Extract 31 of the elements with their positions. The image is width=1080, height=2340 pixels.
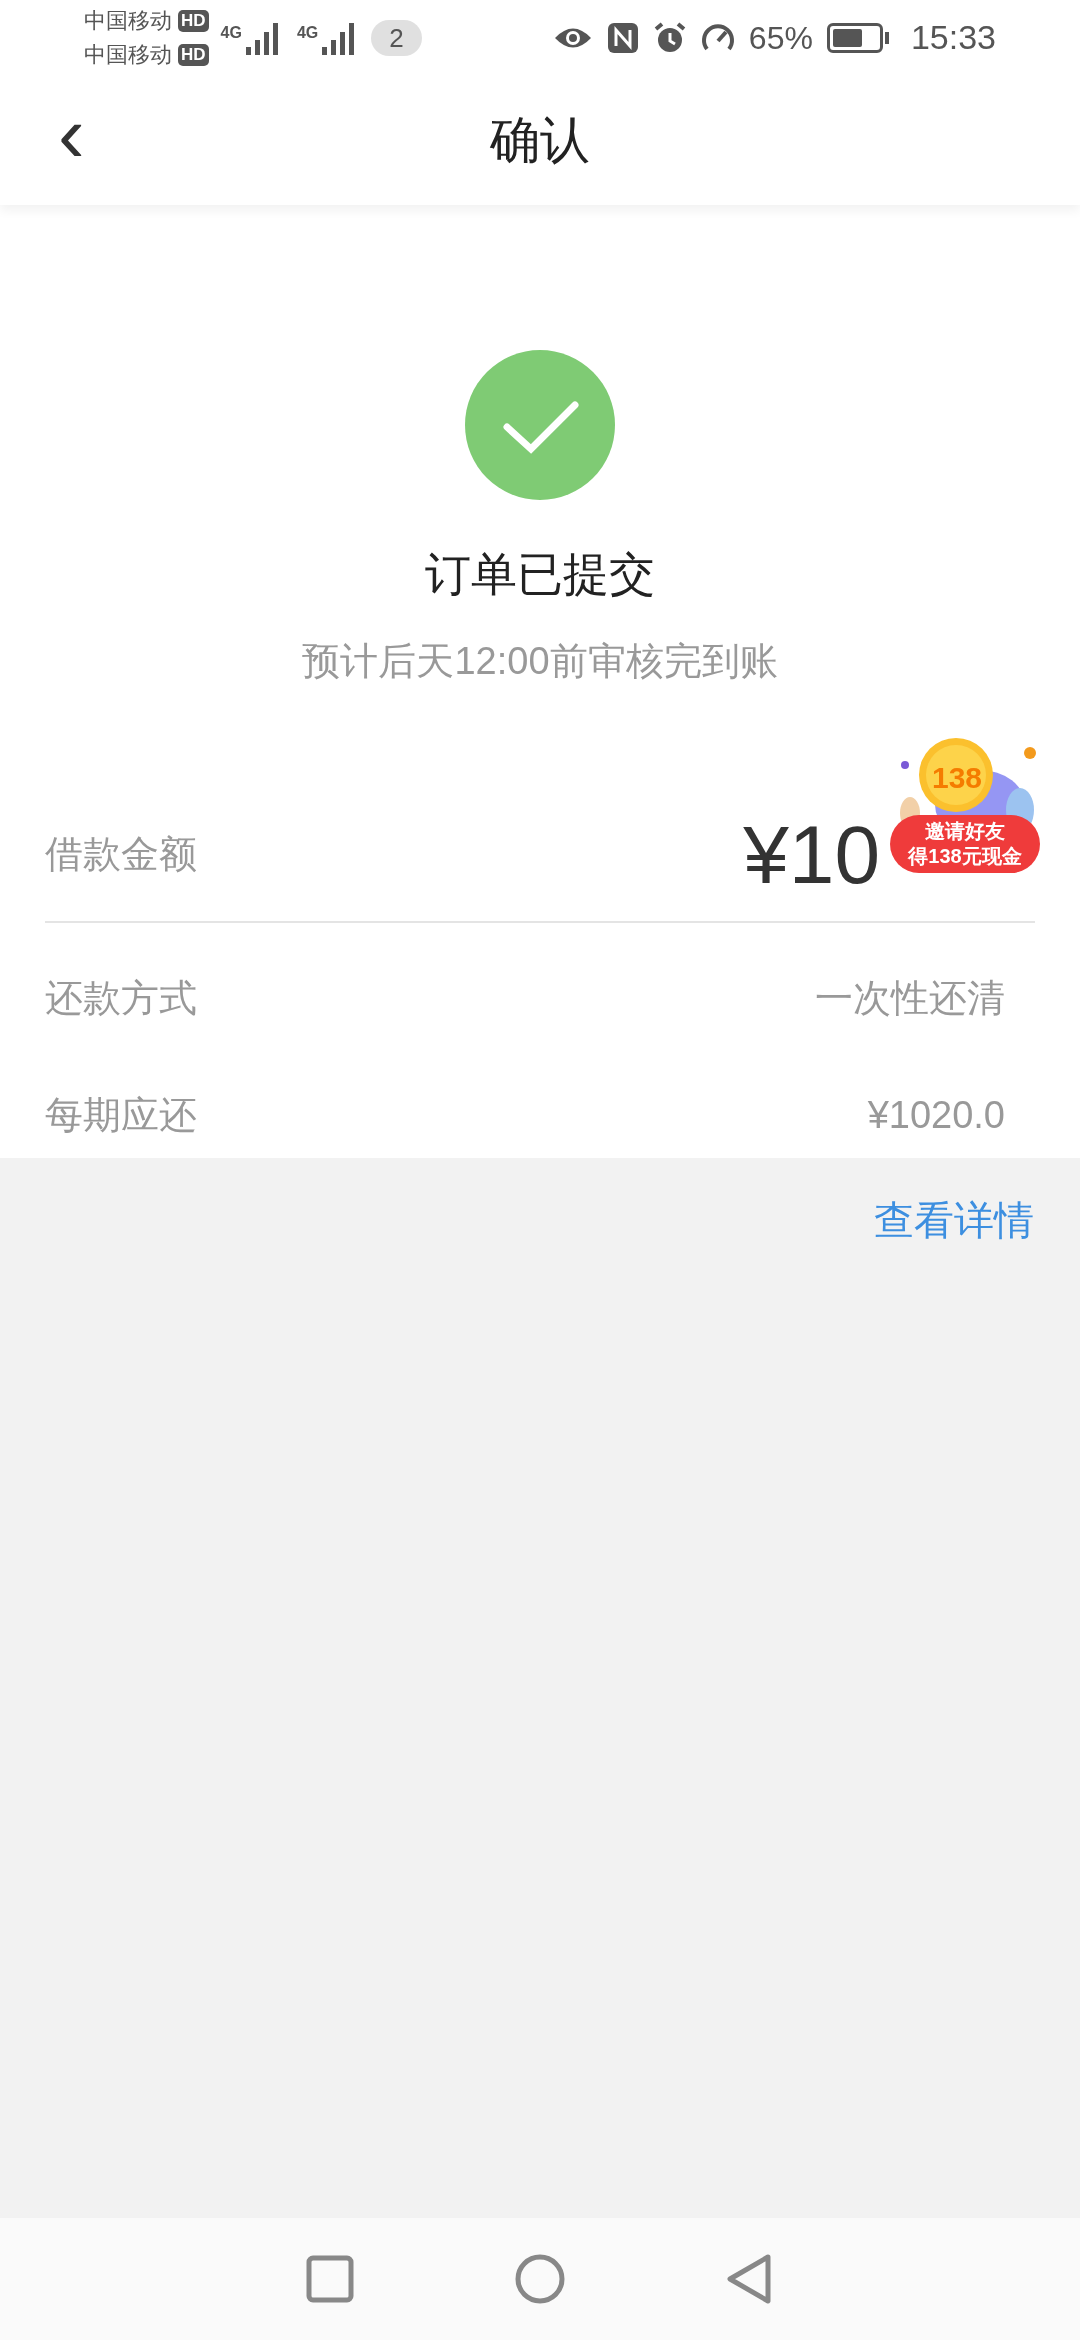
hd-badge: HD: [178, 9, 209, 32]
battery-icon: [826, 22, 889, 53]
alarm-icon: [652, 20, 687, 55]
back-button[interactable]: ‹: [48, 95, 95, 175]
signal-icon: [244, 20, 279, 55]
detail-value: 一次性还清: [815, 975, 1005, 1021]
detail-label: 每期应还: [45, 1093, 197, 1138]
battery-percent: 65%: [748, 18, 813, 58]
detail-label: 借款金额: [45, 831, 197, 877]
recent-apps-icon[interactable]: [306, 2255, 354, 2303]
home-icon[interactable]: [514, 2253, 566, 2305]
result-subtitle: 预计后天12:00前审核完到账: [302, 639, 778, 684]
sim-count-badge: 2: [371, 19, 422, 56]
result-title: 订单已提交: [425, 547, 655, 602]
success-check-icon: [465, 350, 615, 500]
network-type: 4G: [296, 22, 319, 43]
back-icon[interactable]: [726, 2253, 774, 2305]
nfc-icon: [606, 21, 639, 54]
hd-badge: HD: [178, 43, 209, 66]
carrier-name: 中国移动: [84, 6, 172, 35]
view-details-link[interactable]: 查看详情: [874, 1190, 1034, 1250]
detail-label: 还款方式: [45, 975, 197, 1021]
coin-number: 138: [932, 760, 983, 796]
carrier-name: 中国移动: [84, 40, 172, 69]
clock-time: 15:33: [910, 17, 996, 58]
network-type: 4G: [220, 22, 242, 43]
detail-value: ¥1020.0: [867, 1093, 1005, 1138]
detail-value: ¥10: [743, 807, 880, 902]
signal-icon: [321, 20, 356, 55]
invite-promo-button[interactable]: 邀请好友 得138元现金: [890, 815, 1040, 873]
page-title: 确认: [490, 110, 590, 170]
